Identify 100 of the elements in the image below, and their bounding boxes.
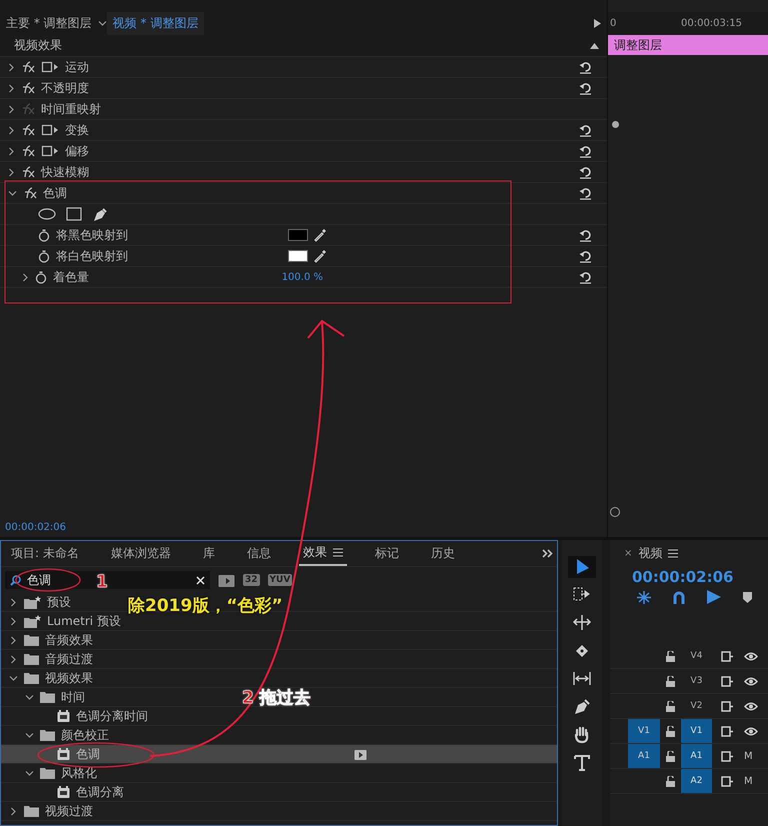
fx-icon[interactable] [21, 145, 35, 157]
keyframe-dot[interactable] [612, 121, 619, 128]
menu-icon[interactable] [332, 548, 343, 557]
tree-label[interactable]: 色调分离 [76, 784, 124, 800]
tree-label[interactable]: 色调 [76, 746, 100, 762]
reset-icon[interactable] [579, 270, 592, 284]
sync-lock-icon[interactable] [721, 700, 734, 712]
effect-row[interactable]: 色调 [0, 183, 607, 204]
track-target[interactable]: V2 [681, 694, 712, 718]
track-target[interactable]: A1 [681, 744, 712, 768]
track-target[interactable]: A2 [681, 769, 712, 793]
track-target[interactable]: V1 [681, 719, 712, 743]
tree-label[interactable]: 音频过渡 [45, 650, 93, 668]
effect-row[interactable]: 色调 [1, 745, 557, 764]
tree-label[interactable]: 预设 [47, 594, 71, 610]
fx-icon[interactable] [21, 82, 35, 94]
effect-row[interactable]: 偏移 [0, 141, 607, 162]
collapse-chevron-icon[interactable] [25, 768, 34, 778]
effect-row[interactable]: 变换 [0, 120, 607, 141]
expand-chevron-icon[interactable] [8, 62, 15, 72]
expand-chevron-icon[interactable] [9, 616, 18, 626]
lock-icon[interactable] [666, 676, 675, 686]
sequence-title[interactable]: 视频 [638, 544, 662, 562]
expand-chevron-icon[interactable] [9, 598, 18, 606]
transform-box-icon[interactable] [41, 61, 59, 73]
rectangle-mask-icon[interactable] [66, 207, 82, 221]
panel-tab[interactable]: 信息 [242, 541, 275, 566]
clear-icon[interactable] [196, 576, 205, 585]
tree-label[interactable]: 视频效果 [45, 670, 93, 686]
eye-icon[interactable] [744, 702, 758, 710]
mute-button[interactable]: M [744, 750, 753, 762]
panel-tab[interactable]: 历史 [426, 541, 459, 566]
panel-tab[interactable]: 项目: 未命名 [7, 541, 83, 566]
expand-chevron-icon[interactable] [8, 168, 15, 176]
expand-chevron-icon[interactable] [8, 146, 15, 156]
stopwatch-icon[interactable] [38, 228, 50, 242]
track-target[interactable]: V3 [681, 669, 712, 693]
filter-toggle[interactable]: 32 [243, 574, 260, 586]
ellipse-mask-icon[interactable] [38, 208, 56, 220]
panel-tab[interactable]: 标记 [370, 541, 403, 566]
transform-box-icon[interactable] [41, 145, 59, 157]
lock-icon[interactable] [666, 776, 675, 786]
lock-icon[interactable] [666, 700, 675, 712]
effect-row[interactable]: 快速模糊 [0, 162, 607, 183]
panel-tab[interactable]: 视频 * 调整图层 [106, 12, 204, 35]
timeline-clip[interactable]: 调整图层 [608, 35, 768, 55]
reset-icon[interactable] [579, 124, 592, 136]
play-icon[interactable] [594, 19, 601, 28]
source-patch[interactable]: A1 [628, 744, 660, 768]
panel-tab[interactable]: 媒体浏览器 [106, 541, 175, 566]
reset-icon[interactable] [579, 166, 592, 178]
menu-icon[interactable] [668, 548, 678, 558]
effect-row[interactable]: 不透明度 [0, 78, 607, 99]
tree-label[interactable]: 风格化 [61, 764, 97, 782]
tree-label[interactable]: 视频过渡 [45, 802, 93, 820]
stopwatch-icon[interactable] [38, 250, 50, 262]
tree-label[interactable]: Lumetri 预设 [47, 612, 121, 630]
panel-tab[interactable]: 效果 [298, 541, 347, 566]
scroll-handle[interactable] [610, 507, 620, 517]
expand-chevron-icon[interactable] [8, 104, 15, 114]
collapse-chevron-icon[interactable] [98, 20, 107, 27]
expand-chevron-icon[interactable] [9, 654, 18, 664]
eye-icon[interactable] [744, 652, 758, 660]
marker-icon[interactable] [743, 592, 752, 602]
eyedropper-icon[interactable] [314, 249, 327, 263]
reset-icon[interactable] [579, 228, 592, 242]
tool-button[interactable] [568, 556, 596, 578]
eye-icon[interactable] [744, 726, 758, 736]
tree-label[interactable]: 色调分离时间 [76, 708, 148, 724]
tree-label[interactable]: 音频效果 [45, 632, 93, 648]
sync-lock-icon[interactable] [721, 650, 734, 662]
collapse-chevron-icon[interactable] [25, 730, 34, 740]
eye-icon[interactable] [744, 676, 758, 686]
stopwatch-icon[interactable] [35, 270, 47, 284]
pen-icon[interactable] [92, 206, 108, 222]
fx-icon[interactable] [23, 187, 37, 199]
property-value[interactable]: 100.0 % [282, 272, 323, 282]
overflow-chevron-icon[interactable] [542, 549, 553, 558]
magnet-icon[interactable] [673, 590, 685, 604]
eyedropper-icon[interactable] [314, 228, 327, 242]
lock-icon[interactable] [666, 726, 675, 736]
reset-icon[interactable] [579, 250, 592, 262]
collapse-triangle-icon[interactable] [590, 42, 599, 48]
panel-tab[interactable]: 主要 * 调整图层 [0, 12, 98, 35]
lock-icon[interactable] [666, 650, 675, 662]
source-patch[interactable]: V1 [628, 719, 660, 743]
collapse-chevron-icon[interactable] [25, 692, 34, 702]
tree-label[interactable]: 时间 [61, 688, 85, 706]
sync-lock-icon[interactable] [721, 750, 734, 762]
panel-tab[interactable]: 库 [198, 541, 219, 566]
reset-icon[interactable] [579, 82, 592, 94]
tree-label[interactable]: 颜色校正 [61, 726, 109, 744]
expand-chevron-icon[interactable] [22, 272, 29, 282]
transform-box-icon[interactable] [41, 124, 59, 136]
expand-chevron-icon[interactable] [8, 84, 15, 92]
sync-lock-icon[interactable] [721, 726, 734, 736]
timecode[interactable]: 00:00:02:06 [0, 522, 607, 537]
expand-chevron-icon[interactable] [9, 636, 18, 644]
timecode[interactable]: 00:00:02:06 [610, 568, 768, 586]
fx-icon[interactable] [21, 61, 35, 73]
